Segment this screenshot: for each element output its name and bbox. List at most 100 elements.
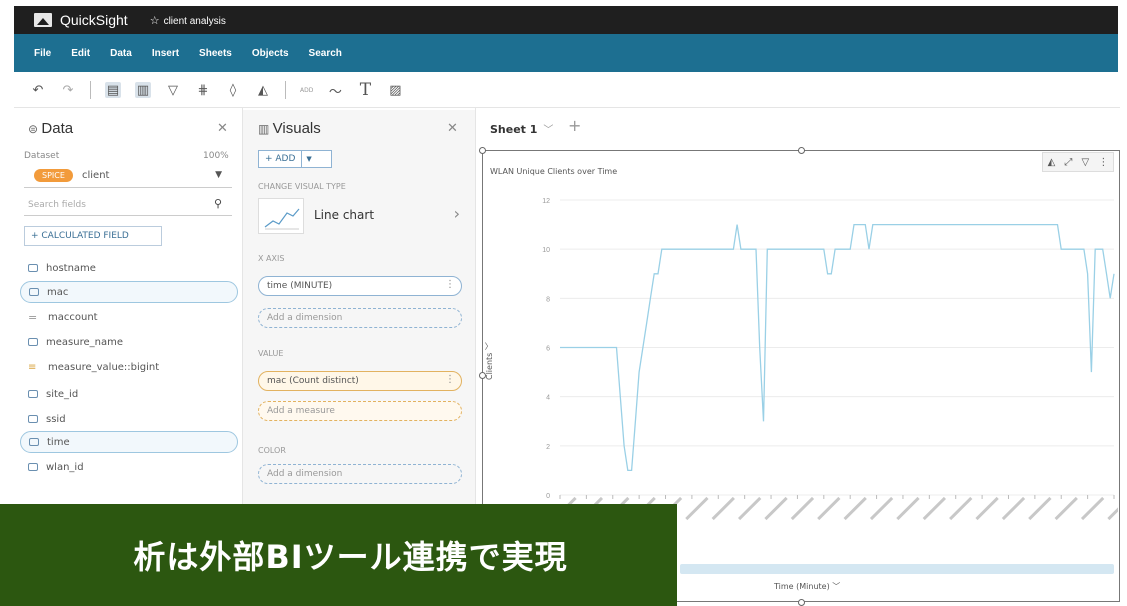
data-panel-title: ⊜ Data	[28, 120, 73, 137]
menu-edit[interactable]: Edit	[71, 48, 90, 59]
filter-icon[interactable]: ▽	[165, 82, 181, 98]
add-sheet-button[interactable]: +	[568, 116, 581, 135]
menu-sheets[interactable]: Sheets	[199, 48, 232, 59]
more-options-icon[interactable]: ⋮	[445, 374, 455, 385]
resize-handle[interactable]	[798, 599, 805, 606]
color-add-dimension[interactable]: Add a dimension	[258, 464, 462, 484]
field-site-id[interactable]: site_id	[20, 383, 238, 405]
caption-banner: 析は外部BIツール連携で実現	[0, 504, 677, 606]
toolbar-divider-line	[14, 107, 1120, 108]
dataset-label: Dataset	[24, 151, 60, 161]
more-options-icon[interactable]: ⋮	[445, 279, 455, 290]
field-mac[interactable]: mac	[20, 281, 238, 303]
field-time[interactable]: time	[20, 431, 238, 453]
menu-bar: File Edit Data Insert Sheets Objects Sea…	[14, 34, 1118, 72]
line-chart-thumbnail-icon	[258, 198, 304, 234]
change-visual-type-label: CHANGE VISUAL TYPE	[258, 182, 346, 191]
menu-insert[interactable]: Insert	[152, 48, 179, 59]
analysis-name-text: client analysis	[163, 15, 226, 27]
field-ssid[interactable]: ssid	[20, 408, 238, 430]
x-tick-label	[1107, 496, 1118, 521]
visuals-icon[interactable]: ▥	[135, 82, 151, 98]
dimension-icon	[28, 390, 38, 398]
value-well-label: VALUE	[258, 349, 284, 358]
field-hostname[interactable]: hostname	[20, 257, 238, 279]
visual-type-name: Line chart	[314, 208, 375, 222]
sheet-tab-label: Sheet 1	[490, 123, 538, 136]
menu-file[interactable]: File	[34, 48, 51, 59]
field-label: measure_name	[46, 336, 123, 348]
close-icon[interactable]: ✕	[217, 121, 228, 136]
menu-data[interactable]: Data	[110, 48, 132, 59]
tab-sheet-1[interactable]: Sheet 1 ﹀	[490, 121, 553, 136]
close-icon[interactable]: ✕	[447, 121, 458, 136]
value-add-measure[interactable]: Add a measure	[258, 401, 462, 421]
x-tick-label	[869, 496, 894, 521]
x-tick-label	[922, 496, 947, 521]
field-wlan-id[interactable]: wlan_id	[20, 456, 238, 478]
measure-icon: ≡	[28, 361, 37, 373]
x-tick-label	[737, 496, 762, 521]
add-label: ADD	[300, 86, 314, 94]
themes-icon[interactable]: ◭	[255, 82, 271, 98]
x-tick-label	[685, 496, 709, 521]
chevron-right-icon: ›	[453, 204, 460, 223]
line-icon[interactable]: 〜	[327, 82, 343, 100]
quicksight-screen: QuickSight ☆ client analysis File Edit Da…	[0, 0, 1127, 606]
dimension-icon	[29, 438, 39, 446]
text-icon[interactable]: T	[357, 80, 373, 100]
analysis-name[interactable]: ☆ client analysis	[150, 14, 226, 27]
chevron-down-icon[interactable]: ﹀	[832, 582, 840, 591]
thumbnail-line	[264, 208, 300, 228]
toolbar-divider	[90, 81, 91, 99]
database-icon: ⊜	[28, 122, 42, 136]
add-visual-label: + ADD	[259, 151, 303, 167]
x-tick-label	[1054, 496, 1078, 521]
caption-text: 析は外部BIツール連携で実現	[133, 538, 568, 576]
value-field-label: mac (Count distinct)	[267, 376, 359, 386]
dataset-name: client	[82, 170, 110, 181]
star-icon[interactable]: ☆	[150, 15, 160, 27]
undo-icon[interactable]: ↶	[30, 82, 46, 98]
add-calculated-field-button[interactable]: + CALCULATED FIELD	[24, 226, 162, 246]
x-axis-add-dimension[interactable]: Add a dimension	[258, 308, 462, 328]
x-axis-title: Time (Minute) ﹀	[774, 581, 840, 592]
x-axis-add-label: Add a dimension	[267, 313, 343, 323]
y-axis-title: Clients ﹀	[484, 342, 495, 380]
search-fields-input[interactable]: Search fields ⚲	[24, 196, 232, 216]
field-maccount[interactable]: = maccount	[20, 306, 238, 328]
redo-icon[interactable]: ↷	[60, 82, 76, 98]
bar-chart-icon: ▥	[258, 122, 273, 136]
field-label: maccount	[48, 311, 98, 323]
visuals-panel-title: ▥ Visuals	[258, 120, 321, 137]
add-visual-button[interactable]: + ADD ▼	[258, 150, 332, 168]
chevron-down-icon: ▼	[215, 170, 222, 180]
y-tick-label: 4	[546, 395, 550, 402]
toolbar: ↶ ↷ ▤ ▥ ▽ ⋕ ◊ ◭ ADD 〜 T ▨	[30, 78, 403, 102]
menu-search[interactable]: Search	[309, 48, 342, 59]
chevron-down-icon[interactable]: ﹀	[485, 342, 494, 350]
x-tick-label	[975, 496, 999, 521]
chevron-down-icon[interactable]: ﹀	[543, 125, 553, 136]
parameters-icon[interactable]: ⋕	[195, 82, 211, 98]
y-tick-label: 8	[546, 296, 550, 303]
visual-type-selector[interactable]: Line chart ›	[258, 198, 464, 234]
insights-icon[interactable]: ◊	[225, 82, 241, 98]
dataset-select[interactable]: SPICE client ▼	[24, 166, 232, 188]
dimension-icon	[28, 338, 38, 346]
x-axis-field-well[interactable]: time (MINUTE) ⋮	[258, 276, 462, 296]
x-tick-label	[1028, 496, 1052, 521]
field-label: wlan_id	[46, 461, 84, 473]
x-axis-field-label: time (MINUTE)	[267, 281, 333, 291]
value-field-well[interactable]: mac (Count distinct) ⋮	[258, 371, 462, 391]
menu-objects[interactable]: Objects	[252, 48, 289, 59]
chevron-down-icon[interactable]: ▼	[302, 155, 315, 163]
chart-horizontal-scrollbar[interactable]	[680, 564, 1114, 574]
image-icon[interactable]: ▨	[387, 82, 403, 98]
field-label: ssid	[46, 413, 66, 425]
field-measure-name[interactable]: measure_name	[20, 331, 238, 353]
search-icon: ⚲	[213, 197, 222, 210]
field-measure-value[interactable]: ≡ measure_value::bigint	[20, 356, 238, 378]
data-panel-icon[interactable]: ▤	[105, 82, 121, 98]
field-label: mac	[47, 286, 69, 298]
